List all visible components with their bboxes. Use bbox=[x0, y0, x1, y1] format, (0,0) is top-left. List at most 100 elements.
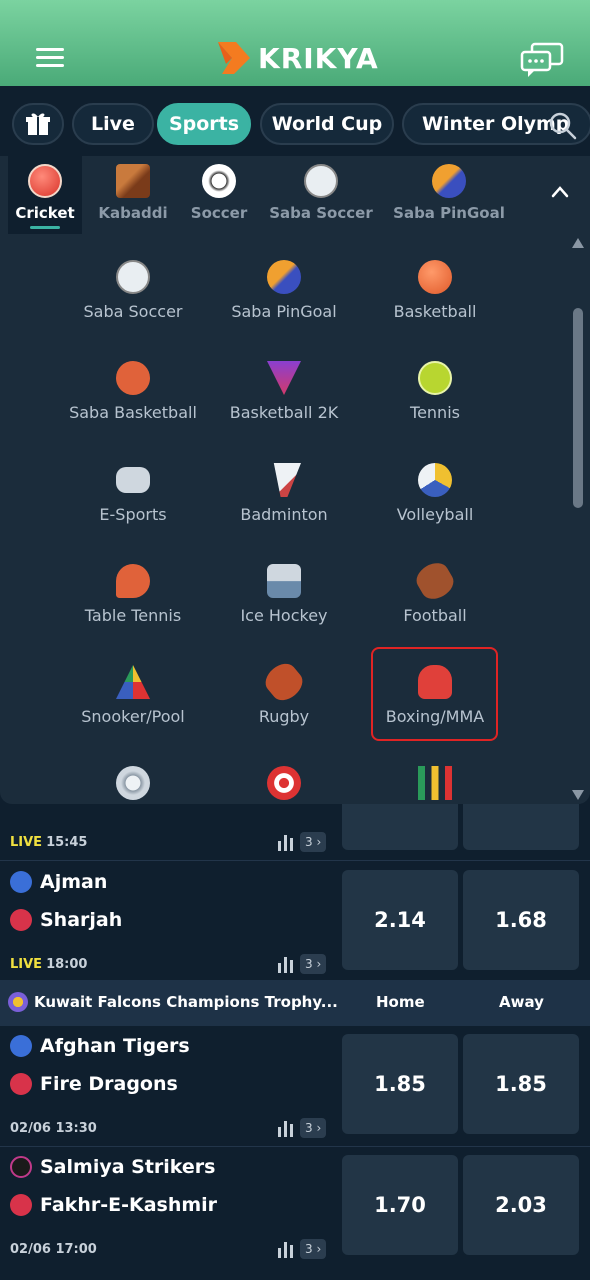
tab-sports[interactable]: Sports bbox=[157, 103, 251, 145]
dropdown-item-tennis[interactable]: Tennis bbox=[360, 361, 510, 422]
tennis-ball-icon bbox=[418, 361, 452, 395]
soccer-ball-icon bbox=[202, 164, 236, 198]
search-icon[interactable] bbox=[548, 111, 578, 141]
dropdown-item-label: Basketball 2K bbox=[229, 403, 339, 422]
dropdown-item-label: Saba PinGoal bbox=[231, 302, 337, 321]
scroll-down-arrow-icon[interactable] bbox=[572, 790, 584, 800]
category-label: Saba PinGoal bbox=[393, 204, 505, 222]
dropdown-item-badminton[interactable]: Badminton bbox=[209, 463, 359, 524]
scrollbar-thumb[interactable] bbox=[573, 308, 583, 508]
dropdown-item-financial[interactable] bbox=[360, 766, 510, 804]
dropdown-scrollbar[interactable] bbox=[568, 234, 590, 804]
kabaddi-icon bbox=[116, 164, 150, 198]
dropdown-item-saba-soccer[interactable]: Saba Soccer bbox=[58, 260, 208, 321]
team-name: Fire Dragons bbox=[40, 1073, 178, 1095]
category-label: Saba Soccer bbox=[269, 204, 373, 222]
team-name: Sharjah bbox=[40, 909, 123, 931]
tab-live[interactable]: Live bbox=[72, 103, 154, 145]
odds-button-away[interactable]: 2.03 bbox=[463, 1155, 579, 1255]
market-count: 3 bbox=[305, 1121, 313, 1135]
dropdown-item-darts[interactable] bbox=[209, 766, 359, 804]
odds-button-away[interactable]: 1.85 bbox=[463, 1034, 579, 1134]
dropdown-item-label: Basketball bbox=[393, 302, 477, 321]
category-kabaddi[interactable]: Kabaddi bbox=[92, 164, 174, 222]
category-saba-soccer[interactable]: Saba Soccer bbox=[266, 164, 376, 222]
team-logo-icon bbox=[10, 1073, 32, 1095]
scroll-up-arrow-icon[interactable] bbox=[572, 238, 584, 248]
odds-button-home[interactable]: 2.14 bbox=[342, 870, 458, 970]
dropdown-item-saba-pingoal[interactable]: Saba PinGoal bbox=[209, 260, 359, 321]
gift-icon bbox=[26, 113, 50, 135]
chat-bubbles-icon[interactable] bbox=[520, 42, 564, 78]
market-count-badge: 3 › bbox=[300, 832, 327, 852]
match-time: 02/06 13:30 bbox=[10, 1121, 97, 1136]
futsal-ball-icon bbox=[116, 766, 150, 800]
gift-button[interactable] bbox=[12, 103, 64, 145]
odds-button-home[interactable]: 1.85 bbox=[342, 1034, 458, 1134]
dropdown-item-snooker-pool[interactable]: Snooker/Pool bbox=[58, 665, 208, 726]
category-soccer[interactable]: Soccer bbox=[184, 164, 254, 222]
market-count: 3 bbox=[305, 835, 313, 849]
match-time: 02/06 17:00 bbox=[10, 1242, 97, 1257]
category-label: Cricket bbox=[15, 204, 75, 222]
collapse-chevron-up-icon[interactable] bbox=[548, 180, 572, 204]
dropdown-item-label: Snooker/Pool bbox=[81, 707, 185, 726]
dropdown-item-table-tennis[interactable]: Table Tennis bbox=[58, 564, 208, 625]
dropdown-item-basketball[interactable]: Basketball bbox=[360, 260, 510, 321]
odds-button-home[interactable]: 1.70 bbox=[342, 1155, 458, 1255]
league-header[interactable]: Kuwait Falcons Champions Trophy... Home … bbox=[0, 980, 590, 1026]
dropdown-item-ice-hockey[interactable]: Ice Hockey bbox=[209, 564, 359, 625]
rugby-ball-icon bbox=[260, 658, 308, 706]
category-cricket[interactable]: Cricket bbox=[10, 164, 80, 222]
category-saba-pingoal[interactable]: Saba PinGoal bbox=[390, 164, 508, 222]
tab-world-cup[interactable]: World Cup bbox=[260, 103, 394, 145]
market-count-badge: 3 › bbox=[300, 1239, 327, 1259]
dropdown-item-label: Badminton bbox=[240, 505, 328, 524]
match-row[interactable]: Salmiya Strikers Fakhr-E-Kashmir 02/06 1… bbox=[0, 1146, 590, 1280]
dropdown-item-label: Volleyball bbox=[396, 505, 474, 524]
dropdown-item-label: Saba Basketball bbox=[69, 403, 197, 422]
sport-category-strip: Cricket Kabaddi Soccer Saba Soccer Saba … bbox=[0, 156, 590, 234]
match-time-value: 18:00 bbox=[46, 957, 88, 972]
match-time: LIVE 18:00 bbox=[10, 957, 87, 972]
odds-button-away[interactable]: 1.68 bbox=[463, 870, 579, 970]
team-logo-icon bbox=[10, 1035, 32, 1057]
category-label: Soccer bbox=[190, 204, 248, 222]
cricket-ball-icon bbox=[28, 164, 62, 198]
match-stats-button[interactable]: 3 › bbox=[276, 832, 332, 852]
away-team: Sharjah bbox=[10, 909, 122, 931]
brand-logo[interactable]: KRIKYA bbox=[214, 38, 379, 78]
sport-tabs-row: Live Sports World Cup Winter Olymp bbox=[0, 86, 590, 156]
active-category-indicator bbox=[30, 226, 60, 229]
american-football-icon bbox=[411, 557, 459, 605]
home-odds-header: Home bbox=[376, 993, 425, 1011]
home-team: Salmiya Strikers bbox=[10, 1156, 216, 1178]
ice-hockey-icon bbox=[267, 564, 301, 598]
match-stats-button[interactable]: 3 › bbox=[276, 954, 332, 974]
dropdown-item-label: Saba Soccer bbox=[83, 302, 183, 321]
market-count: 3 bbox=[305, 1242, 313, 1256]
dropdown-item-volleyball[interactable]: Volleyball bbox=[360, 463, 510, 524]
basketball-icon bbox=[418, 260, 452, 294]
saba-soccer-icon bbox=[304, 164, 338, 198]
hamburger-menu-icon[interactable] bbox=[36, 48, 64, 68]
match-time-value: 15:45 bbox=[46, 835, 88, 850]
away-team: Fakhr-E-Kashmir bbox=[10, 1194, 217, 1216]
saba-basketball-icon bbox=[116, 361, 150, 395]
dropdown-item-saba-basketball[interactable]: Saba Basketball bbox=[58, 361, 208, 422]
match-stats-button[interactable]: 3 › bbox=[276, 1239, 332, 1259]
pool-balls-icon bbox=[116, 665, 150, 699]
dropdown-item-football[interactable]: Football bbox=[360, 557, 510, 625]
team-logo-icon bbox=[10, 909, 32, 931]
dropdown-item-basketball-2k[interactable]: Basketball 2K bbox=[209, 361, 359, 422]
app-header: KRIKYA bbox=[0, 0, 590, 86]
live-badge: LIVE bbox=[10, 957, 43, 972]
dropdown-item-futsal[interactable] bbox=[58, 766, 208, 804]
dropdown-item-rugby[interactable]: Rugby bbox=[209, 658, 359, 726]
match-row[interactable]: Ajman Sharjah LIVE 18:00 3 › 2.14 1.68 bbox=[0, 860, 590, 980]
match-row[interactable]: Afghan Tigers Fire Dragons 02/06 13:30 3… bbox=[0, 1026, 590, 1146]
match-stats-button[interactable]: 3 › bbox=[276, 1118, 332, 1138]
saba-pingoal-icon bbox=[432, 164, 466, 198]
market-count-badge: 3 › bbox=[300, 1118, 327, 1138]
dropdown-item-e-sports[interactable]: E-Sports bbox=[58, 463, 208, 524]
